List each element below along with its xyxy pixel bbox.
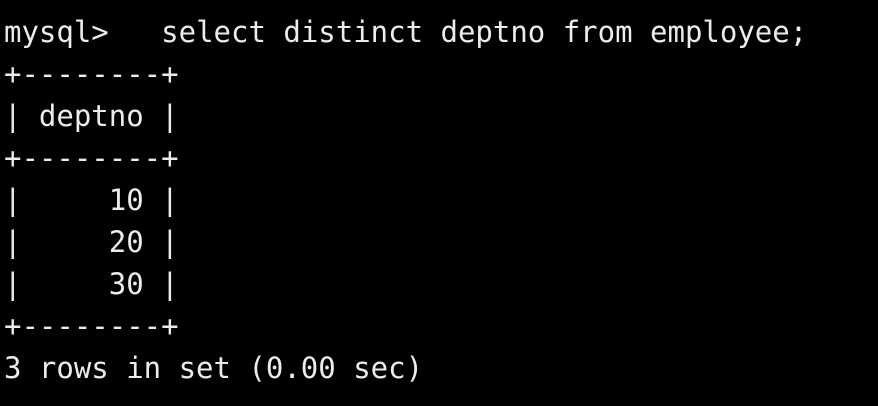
table-row: | 20 | — [4, 225, 179, 259]
table-border-top: +--------+ — [4, 57, 179, 91]
table-header: | deptno | — [4, 99, 179, 133]
table-border-mid: +--------+ — [4, 141, 179, 175]
terminal-window[interactable]: mysql> select distinct deptno from emplo… — [0, 0, 878, 406]
table-row: | 30 | — [4, 267, 179, 301]
command-line: mysql> select distinct deptno from emplo… — [4, 11, 878, 53]
result-summary: 3 rows in set (0.00 sec) — [4, 351, 424, 385]
table-row: | 10 | — [4, 183, 179, 217]
table-border-bottom: +--------+ — [4, 309, 179, 343]
mysql-prompt: mysql> — [4, 15, 109, 49]
sql-command: select distinct deptno from employee; — [161, 15, 808, 49]
